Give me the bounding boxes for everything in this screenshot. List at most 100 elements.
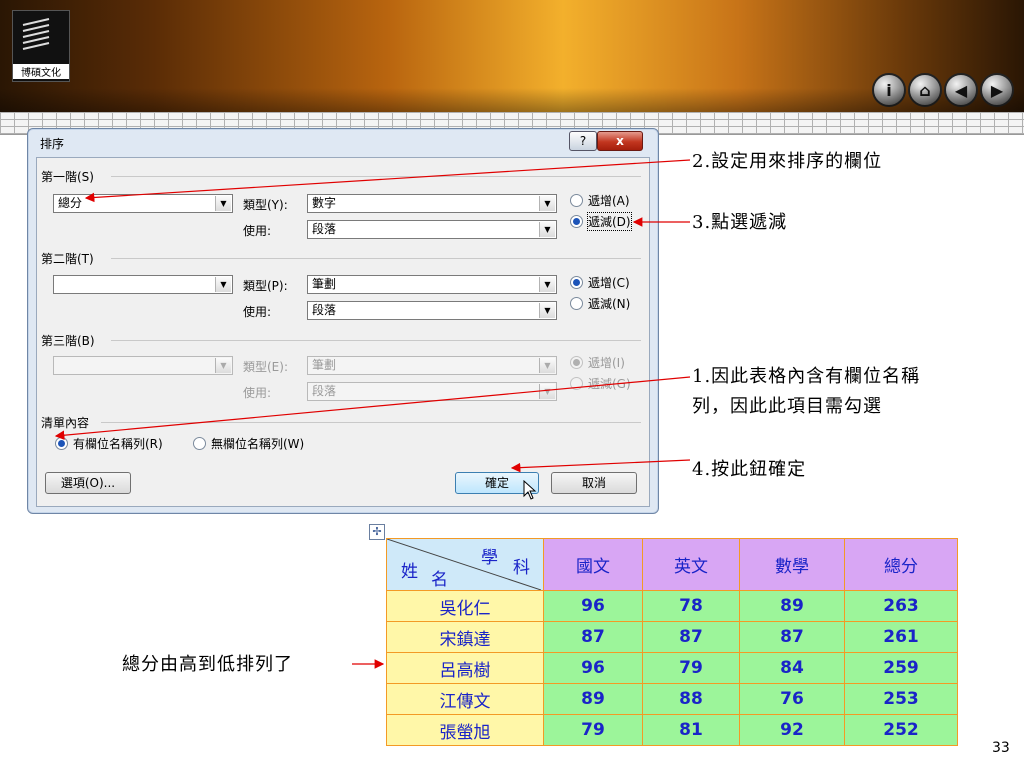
total-cell: 263 [844, 590, 958, 622]
level1-type-combo[interactable]: 數字 ▼ [307, 194, 557, 213]
chevron-down-icon[interactable]: ▼ [215, 277, 231, 292]
score-cell: 92 [739, 714, 845, 746]
corner-name-label: 姓 [401, 562, 418, 582]
level1-asc-radio[interactable] [570, 194, 583, 207]
chevron-down-icon: ▼ [539, 358, 555, 373]
home-icon[interactable]: ⌂ [908, 73, 942, 107]
level2-type-combo[interactable]: 筆劃 ▼ [307, 275, 557, 294]
chevron-down-icon[interactable]: ▼ [539, 277, 555, 292]
mouse-cursor-icon [523, 480, 537, 500]
score-cell: 81 [642, 714, 740, 746]
level2-use-combo[interactable]: 段落 ▼ [307, 301, 557, 320]
total-cell: 259 [844, 652, 958, 684]
student-name-cell: 宋鎮達 [386, 621, 544, 653]
score-cell: 89 [543, 683, 643, 715]
level3-asc-radio [570, 356, 583, 369]
score-cell: 89 [739, 590, 845, 622]
table-corner-cell: 學 科 姓 名 [386, 538, 544, 591]
level3-label: 第三階(B) [41, 334, 95, 348]
chevron-down-icon[interactable]: ▼ [539, 222, 555, 237]
corner-subject-label: 學 [481, 548, 498, 568]
back-icon[interactable]: ◀ [944, 73, 978, 107]
level2-desc-radio[interactable] [570, 297, 583, 310]
score-cell: 96 [543, 590, 643, 622]
info-icon[interactable]: i [872, 73, 906, 107]
table-header-row: 學 科 姓 名 國文 英文 數學 總分 [386, 538, 958, 591]
level1-use-value: 段落 [312, 222, 337, 236]
level1-label: 第一階(S) [41, 170, 94, 184]
level1-type-label: 類型(Y): [243, 198, 288, 212]
dialog-body: 第一階(S) 總分 ▼ 類型(Y): 數字 ▼ 使用: 段落 ▼ 遞增(A) 遞… [36, 157, 650, 507]
chevron-down-icon: ▼ [215, 358, 231, 373]
options-button[interactable]: 選項(O)... [45, 472, 131, 494]
logo-emblem-icon [22, 18, 50, 50]
score-cell: 87 [739, 621, 845, 653]
help-button[interactable]: ? [569, 131, 597, 151]
score-cell: 87 [543, 621, 643, 653]
level2-field-combo[interactable]: ▼ [53, 275, 233, 294]
table-move-handle-icon[interactable]: ✢ [369, 524, 385, 540]
level3-type-label: 類型(E): [243, 360, 288, 374]
level3-desc-label: 遞減(G) [588, 377, 631, 391]
note-header-row-line1: 1.因此表格內含有欄位名稱 [692, 366, 921, 387]
no-header-row-label: 無欄位名稱列(W) [211, 437, 305, 451]
total-cell: 252 [844, 714, 958, 746]
total-cell: 261 [844, 621, 958, 653]
cancel-button[interactable]: 取消 [551, 472, 637, 494]
level3-asc-label: 遞增(I) [588, 356, 625, 370]
score-table: 學 科 姓 名 國文 英文 數學 總分 吳化仁 96 78 89 263 宋鎮達… [386, 538, 958, 746]
level2-type-value: 筆劃 [312, 277, 337, 291]
chevron-down-icon[interactable]: ▼ [539, 303, 555, 318]
table-row: 吳化仁 96 78 89 263 [386, 590, 958, 622]
logo-text: 博碩文化 [13, 64, 69, 79]
level2-type-label: 類型(P): [243, 279, 288, 293]
header-banner: 博碩文化 i ⌂ ◀ ▶ [0, 0, 1024, 112]
level1-desc-label: 遞減(D) [587, 212, 632, 231]
close-button[interactable]: x [597, 131, 643, 151]
level1-field-combo[interactable]: 總分 ▼ [53, 194, 233, 213]
table-header-cell: 英文 [642, 538, 740, 591]
table-header-cell: 數學 [739, 538, 845, 591]
score-cell: 87 [642, 621, 740, 653]
chevron-down-icon[interactable]: ▼ [215, 196, 231, 211]
chevron-down-icon[interactable]: ▼ [539, 196, 555, 211]
header-row-radio[interactable] [55, 437, 68, 450]
sort-dialog: 排序 ? x 第一階(S) 總分 ▼ 類型(Y): 數字 ▼ 使用: 段落 ▼ … [27, 128, 659, 514]
level2-use-label: 使用: [243, 305, 272, 319]
table-row: 張螢旭 79 81 92 252 [386, 714, 958, 746]
level3-desc-radio [570, 377, 583, 390]
level3-use-value: 段落 [312, 384, 337, 398]
level2-desc-label: 遞減(N) [588, 297, 631, 311]
score-cell: 78 [642, 590, 740, 622]
score-cell: 88 [642, 683, 740, 715]
note-header-row-line2: 列，因此此項目需勾選 [692, 396, 882, 417]
score-cell: 96 [543, 652, 643, 684]
list-divider [101, 422, 641, 423]
table-header-cell: 總分 [844, 538, 958, 591]
page-number: 33 [992, 740, 1010, 756]
slide-nav: i ⌂ ◀ ▶ [872, 73, 1014, 107]
student-name-cell: 呂高樹 [386, 652, 544, 684]
score-cell: 79 [543, 714, 643, 746]
level1-use-combo[interactable]: 段落 ▼ [307, 220, 557, 239]
dialog-title: 排序 [40, 137, 65, 151]
publisher-logo: 博碩文化 [12, 10, 70, 82]
level3-divider [111, 340, 641, 341]
note-sorted-result: 總分由高到低排列了 [122, 654, 293, 675]
note-press-ok: 4.按此鈕確定 [692, 459, 807, 480]
forward-icon[interactable]: ▶ [980, 73, 1014, 107]
corner-name-label2: 名 [431, 570, 448, 590]
note-set-sort-field: 2.設定用來排序的欄位 [692, 151, 883, 172]
chevron-down-icon: ▼ [539, 384, 555, 399]
student-name-cell: 張螢旭 [386, 714, 544, 746]
level1-desc-radio[interactable] [570, 215, 583, 228]
level2-asc-radio[interactable] [570, 276, 583, 289]
level1-type-value: 數字 [312, 196, 337, 210]
no-header-row-radio[interactable] [193, 437, 206, 450]
corner-subject-label2: 科 [513, 558, 530, 578]
level1-use-label: 使用: [243, 224, 272, 238]
table-row: 呂高樹 96 79 84 259 [386, 652, 958, 684]
level2-divider [111, 258, 641, 259]
level1-field-value: 總分 [58, 196, 83, 210]
header-row-label: 有欄位名稱列(R) [73, 437, 163, 451]
